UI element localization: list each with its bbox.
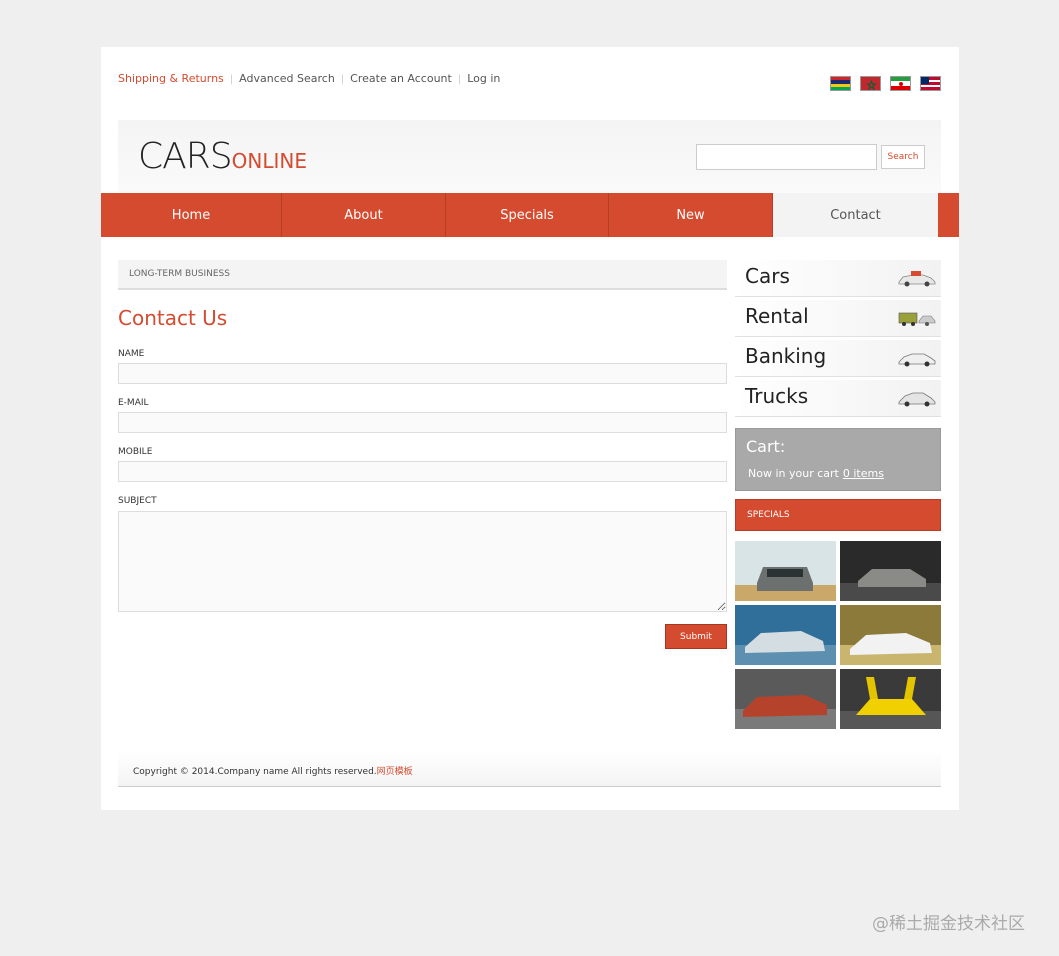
special-thumbnail[interactable] [735, 669, 836, 729]
nav-about[interactable]: About [282, 193, 446, 237]
top-links: Shipping & Returns | Advanced Search | Creat… [118, 72, 500, 85]
sidebar-item-banking[interactable]: Banking [735, 340, 941, 377]
coupe-car-icon [898, 392, 936, 407]
language-flags [830, 76, 941, 91]
special-thumbnail[interactable] [840, 669, 941, 729]
sidebar-item-label: Banking [745, 344, 827, 368]
login-link[interactable]: Log in [467, 72, 500, 85]
email-field[interactable] [118, 412, 727, 433]
subject-label: SUBJECT [118, 496, 157, 506]
nav-new[interactable]: New [609, 193, 773, 237]
special-thumbnail[interactable] [840, 541, 941, 601]
watermark: @稀土掘金技术社区 [872, 914, 1025, 934]
sidebar-item-rental[interactable]: Rental [735, 300, 941, 337]
car-photo-icon [840, 669, 941, 729]
specials-gallery [735, 541, 941, 729]
mobile-label: MOBILE [118, 447, 153, 457]
logo-sub: ONLINE [231, 149, 307, 173]
email-label: E-MAIL [118, 398, 149, 408]
nav-contact[interactable]: Contact [773, 193, 938, 237]
car-photo-icon [840, 605, 941, 665]
search-button[interactable]: Search [881, 145, 925, 169]
special-thumbnail[interactable] [735, 541, 836, 601]
shipping-returns-link[interactable]: Shipping & Returns [118, 72, 224, 85]
subject-textarea[interactable] [118, 511, 727, 612]
cart-text: Now in your cart [748, 467, 839, 480]
sidebar-item-trucks[interactable]: Trucks [735, 380, 941, 417]
page-title: Contact Us [118, 306, 228, 330]
create-account-link[interactable]: Create an Account [350, 72, 452, 85]
logo-main: CARS [138, 136, 233, 177]
cart-status: Now in your cart 0 items [748, 467, 884, 480]
special-thumbnail[interactable] [840, 605, 941, 665]
cart-title: Cart: [746, 437, 786, 456]
nav-home[interactable]: Home [101, 193, 282, 237]
specials-heading: SPECIALS [735, 499, 941, 531]
cart-box: Cart: Now in your cart 0 items [735, 428, 941, 491]
header: CARSONLINE Search [118, 120, 941, 193]
advanced-search-link[interactable]: Advanced Search [239, 72, 335, 85]
logo[interactable]: CARSONLINE [138, 136, 307, 177]
special-thumbnail[interactable] [735, 605, 836, 665]
separator: | [340, 74, 345, 85]
flag-mauritius-icon[interactable] [830, 76, 851, 91]
nav-specials[interactable]: Specials [446, 193, 609, 237]
car-photo-icon [735, 541, 836, 601]
page-container: Shipping & Returns | Advanced Search | Creat… [101, 47, 959, 810]
sidebar-item-label: Cars [745, 264, 790, 288]
main-nav: Home About Specials New Contact [101, 193, 959, 237]
car-photo-icon [735, 669, 836, 729]
sidebar-item-label: Rental [745, 304, 809, 328]
flag-iran-icon[interactable] [890, 76, 911, 91]
name-field[interactable] [118, 363, 727, 384]
footer: Copyright © 2014.Company name All rights… [118, 750, 941, 787]
sidebar-item-label: Trucks [745, 384, 809, 408]
car-photo-icon [840, 541, 941, 601]
car-photo-icon [735, 605, 836, 665]
rental-car-icon [898, 312, 936, 326]
sidebar-item-cars[interactable]: Cars [735, 260, 941, 297]
breadcrumb: LONG-TERM BUSINESS [118, 260, 727, 290]
search-input[interactable] [696, 144, 877, 170]
flag-morocco-icon[interactable] [860, 76, 881, 91]
flag-liberia-icon[interactable] [920, 76, 941, 91]
separator: | [229, 74, 234, 85]
separator: | [457, 74, 462, 85]
car-gift-icon [898, 271, 936, 287]
copyright-text: Copyright © 2014.Company name All rights… [133, 767, 377, 777]
cart-items-link[interactable]: 0 items [843, 467, 884, 480]
name-label: NAME [118, 349, 145, 359]
footer-link[interactable]: 网页模板 [377, 767, 413, 777]
sedan-car-icon [898, 353, 936, 367]
submit-button[interactable]: Submit [665, 624, 727, 649]
mobile-field[interactable] [118, 461, 727, 482]
